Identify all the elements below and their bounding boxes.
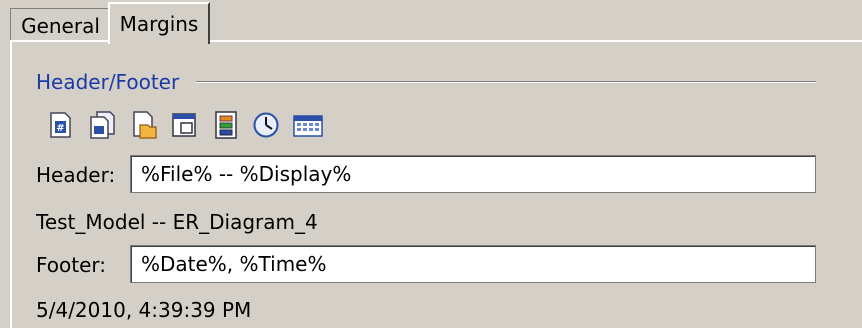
header-preview: Test_Model -- ER_Diagram_4 [36,210,318,234]
header-input-value: %File% -- %Display% [141,162,352,186]
file-name-icon[interactable] [130,110,158,140]
tab-strip: General Margins [0,0,862,44]
tab-general-label: General [21,13,100,38]
header-label: Header: [36,163,116,187]
page-count-icon[interactable] [88,110,116,140]
footer-label: Footer: [36,253,107,277]
page-number-icon[interactable]: # [46,110,74,140]
tab-general[interactable]: General [10,8,110,42]
model-icon[interactable] [212,110,240,140]
tab-margins[interactable]: Margins [108,2,210,44]
tab-margins-label: Margins [119,12,199,36]
header-input[interactable]: %File% -- %Display% [130,155,816,193]
footer-input-value: %Date%, %Time% [141,252,327,276]
display-name-icon[interactable] [170,110,198,140]
time-icon[interactable] [252,110,280,140]
svg-text:#: # [56,123,64,134]
footer-preview: 5/4/2010, 4:39:39 PM [36,298,252,322]
header-footer-group-title: Header/Footer [36,70,180,94]
date-icon[interactable] [292,110,324,140]
group-divider [196,81,816,83]
footer-input[interactable]: %Date%, %Time% [130,245,816,283]
